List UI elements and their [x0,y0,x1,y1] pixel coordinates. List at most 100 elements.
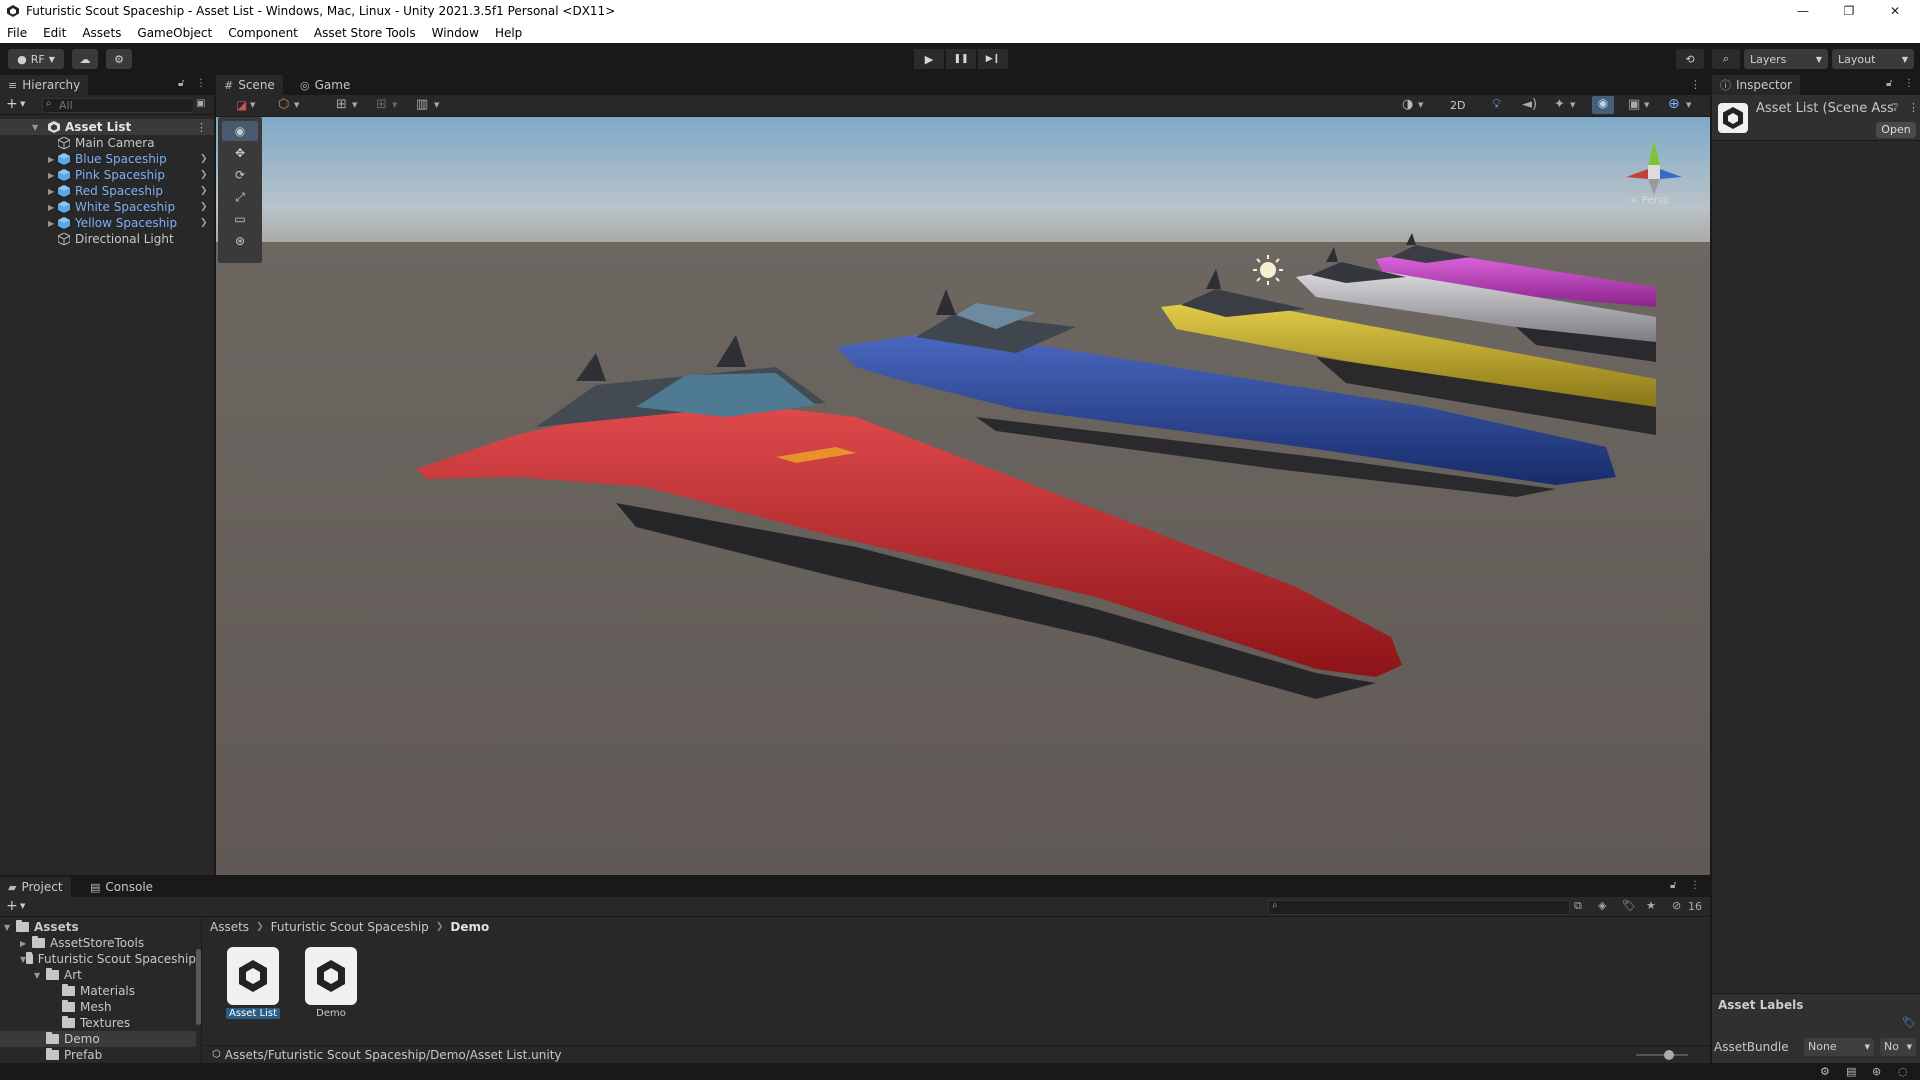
expand-arrow-icon[interactable]: ▶ [48,187,58,196]
expand-arrow-icon[interactable]: ▶ [48,219,58,228]
menu-window[interactable]: Window [424,26,487,40]
tree-scrollbar[interactable] [196,949,201,1025]
minimize-button[interactable]: — [1780,0,1826,22]
gizmos-icon[interactable]: ⊕ [1668,96,1680,112]
expand-arrow-icon[interactable]: ▼ [34,971,46,980]
lighting-toggle-icon[interactable]: 💡︎ [1492,97,1501,112]
hierarchy-item[interactable]: Main Camera [0,135,214,151]
breadcrumb-futuristic-scout-spaceship[interactable]: Futuristic Scout Spaceship [271,920,429,934]
chevron-right-icon[interactable]: ❯ [200,154,208,164]
project-tree-item[interactable]: Mesh [0,999,196,1015]
chevron-down-icon[interactable]: ▼ [20,902,25,910]
project-tree-item[interactable]: Materials [0,983,196,999]
lock-icon[interactable]: 🔓︎ [1886,78,1892,89]
shading-icon[interactable]: ⬡ [278,97,289,112]
hierarchy-item[interactable]: ▶ Yellow Spaceship ❯ [0,215,214,231]
search-scope-icon[interactable]: ⧉ [1574,899,1582,913]
scene-viewport[interactable]: < Persp ◉ ✥ ⟳ ⤢ ▭ ⊛ [216,117,1710,875]
chevron-down-icon[interactable]: ▼ [20,100,25,108]
grid-snap-icon[interactable]: ⊞ [336,97,347,112]
tab-project[interactable]: ▰ Project [0,877,71,897]
filter-type-icon[interactable]: ◈ [1598,899,1606,912]
pause-button[interactable]: ❚❚ [946,49,976,69]
asset-tile-demo[interactable]: Demo [300,947,362,1029]
menu-file[interactable]: File [0,26,35,40]
breadcrumb-assets[interactable]: Assets [210,920,249,934]
more-icon[interactable]: ⋮ [196,78,206,89]
lock-icon[interactable]: 🔓︎ [178,78,184,89]
more-icon[interactable]: ⋮ [1904,78,1914,89]
expand-arrow-icon[interactable]: ▶ [48,171,58,180]
play-button[interactable]: ▶ [914,49,944,69]
tab-console[interactable]: ▤ Console [82,877,161,897]
project-tree-item[interactable]: Textures [0,1015,196,1031]
more-icon[interactable]: ⋮ [196,121,207,134]
slider-thumb[interactable] [1664,1050,1674,1060]
move-tool-button[interactable]: ✥ [222,143,258,163]
open-button[interactable]: Open [1876,122,1916,138]
tab-inspector[interactable]: ⓘ Inspector [1712,75,1800,95]
hierarchy-search-input[interactable] [42,98,194,113]
search-button[interactable]: ⌕ [1712,49,1740,69]
assetbundle-variant-dropdown[interactable]: No ▼ [1880,1038,1916,1056]
render-mode-icon[interactable]: ◑ [1402,97,1413,112]
tab-scene[interactable]: # Scene [216,75,283,95]
effects-toggle-icon[interactable]: ✦ [1554,97,1565,112]
menu-help[interactable]: Help [487,26,530,40]
snap-increment-icon[interactable]: ▥ [416,97,428,112]
rect-tool-button[interactable]: ▭ [222,209,258,229]
collab-button[interactable]: ⚙ [106,49,132,69]
hidden-packages-icon[interactable]: ⊘ [1672,899,1681,912]
menu-assets[interactable]: Assets [74,26,129,40]
chevron-right-icon[interactable]: ❯ [200,170,208,180]
more-icon[interactable]: ⋮ [1908,101,1919,114]
add-icon[interactable]: + [6,96,18,112]
add-icon[interactable]: + [6,898,18,914]
hierarchy-item[interactable]: ▶ White Spaceship ❯ [0,199,214,215]
more-icon[interactable]: ⋮ [1690,880,1700,891]
layout-dropdown[interactable]: Layout ▼ [1832,49,1914,69]
menu-gameobject[interactable]: GameObject [129,26,220,40]
favorite-icon[interactable]: ★ [1646,899,1656,912]
more-icon[interactable]: ⋮ [1690,78,1701,91]
help-icon[interactable]: ❔︎ [1892,101,1899,115]
cache-icon[interactable]: ▤ [1846,1065,1856,1078]
chevron-right-icon[interactable]: ❯ [200,202,208,212]
tag-icon[interactable]: 🏷︎ [1902,1016,1916,1029]
project-tree-item[interactable]: Demo [0,1031,196,1047]
project-tree-item[interactable]: ▼ Futuristic Scout Spaceship [0,951,196,967]
menu-component[interactable]: Component [220,26,306,40]
asset-tile-asset-list[interactable]: Asset List [222,947,284,1029]
hierarchy-item[interactable]: Directional Light [0,231,214,247]
rotate-tool-button[interactable]: ⟳ [222,165,258,185]
step-button[interactable]: ▶❙ [978,49,1008,69]
debug-icon[interactable]: ⚙ [1820,1065,1830,1078]
menu-edit[interactable]: Edit [35,26,74,40]
camera-icon[interactable]: ▣ [1628,97,1640,112]
icon-size-slider[interactable] [1636,1050,1688,1060]
tab-game[interactable]: ◎ Game [292,75,358,95]
undo-history-button[interactable]: ⟲ [1676,49,1704,69]
project-search-input[interactable] [1268,900,1570,915]
filter-icon[interactable]: ▣ [196,98,205,109]
hand-tool-button[interactable]: ◉ [222,121,258,141]
restore-button[interactable]: ❐ [1826,0,1872,22]
draw-mode-icon[interactable]: ◪ [236,98,247,112]
account-dropdown[interactable]: ● RF ▼ [8,49,64,69]
assetbundle-dropdown[interactable]: None ▼ [1804,1038,1874,1056]
persp-label[interactable]: < Persp [1630,195,1669,206]
hierarchy-item[interactable]: ▶ Pink Spaceship ❯ [0,167,214,183]
auto-generate-lighting-icon[interactable]: ⊛ [1872,1065,1881,1078]
scale-tool-button[interactable]: ⤢ [222,187,258,207]
filter-label-icon[interactable]: 🏷︎ [1622,899,1636,912]
expand-arrow-icon[interactable]: ▼ [32,123,42,132]
expand-arrow-icon[interactable]: ▶ [20,939,32,948]
audio-toggle-icon[interactable]: ◄) [1522,97,1537,112]
scene-row[interactable]: ▼ Asset List ⋮ [0,119,214,135]
hierarchy-item[interactable]: ▶ Red Spaceship ❯ [0,183,214,199]
chevron-right-icon[interactable]: ❯ [200,218,208,228]
expand-arrow-icon[interactable]: ▶ [48,203,58,212]
2d-toggle[interactable]: 2D [1450,99,1465,112]
progress-icon[interactable]: ◌ [1898,1065,1908,1078]
chevron-right-icon[interactable]: ❯ [200,186,208,196]
